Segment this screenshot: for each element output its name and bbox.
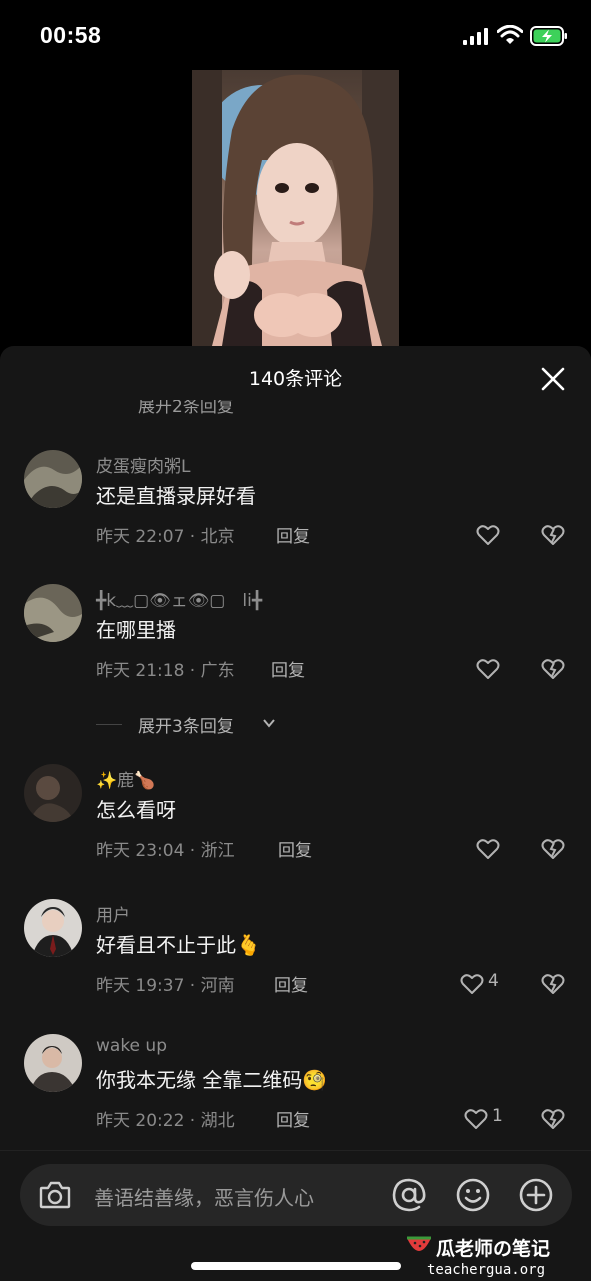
video-frame-image [192, 70, 399, 346]
reply-button[interactable]: 回复 [278, 836, 312, 861]
video-preview[interactable] [192, 70, 399, 346]
reply-button[interactable]: 回复 [274, 971, 308, 996]
plus-icon[interactable] [517, 1176, 555, 1214]
comment-username[interactable]: ╋k﹏▢👁ェ👁▢ li╋ [96, 586, 262, 611]
battery-charging-icon [530, 26, 567, 46]
comment-text: 在哪里播 [96, 618, 176, 642]
camera-icon[interactable] [38, 1178, 72, 1212]
avatar-image [24, 450, 82, 508]
reply-button[interactable]: 回复 [271, 656, 305, 681]
comment-username[interactable]: ✨鹿🍗 [96, 766, 155, 791]
comment-input-placeholder[interactable]: 善语结善缘，恶言伤人心 [94, 1182, 314, 1211]
comment-text: 好看且不止于此🫰 [96, 933, 261, 957]
comment-item: 用户 好看且不止于此🫰 昨天 19:37 · 河南 回复 4 [0, 899, 591, 1019]
comment-text: 你我本无缘 全靠二维码🧐 [96, 1068, 328, 1092]
status-bar: 00:58 [0, 0, 591, 70]
chevron-down-icon [263, 719, 275, 728]
dislike-icon[interactable] [540, 973, 566, 995]
avatar[interactable] [24, 1034, 82, 1092]
comment-meta: 昨天 22:07 · 北京 [96, 527, 235, 547]
dislike-icon[interactable] [540, 524, 566, 546]
comment-meta: 昨天 23:04 · 浙江 [96, 841, 235, 861]
home-indicator[interactable] [191, 1262, 401, 1270]
expand-divider [96, 724, 122, 725]
like-icon[interactable] [464, 1108, 488, 1130]
status-time: 00:58 [40, 22, 102, 48]
expand-replies-label: 展开3条回复 [138, 717, 234, 737]
comment-meta: 昨天 21:18 · 广东 [96, 661, 235, 681]
watermark-title: 瓜老师の笔记 [436, 1238, 551, 1260]
like-icon[interactable] [460, 973, 484, 995]
comment-username[interactable]: 用户 [96, 901, 130, 926]
avatar[interactable] [24, 584, 82, 642]
like-icon[interactable] [476, 524, 500, 546]
watermelon-icon [407, 1236, 431, 1251]
comment-input-bar[interactable]: 善语结善缘，恶言伤人心 [20, 1164, 572, 1226]
avatar-image [24, 584, 82, 642]
comment-item: 皮蛋瘦肉粥L 还是直播录屏好看 昨天 22:07 · 北京 回复 [0, 450, 591, 570]
comment-meta: 昨天 19:37 · 河南 [96, 976, 235, 996]
avatar-image [24, 1034, 82, 1092]
comment-item: ╋k﹏▢👁ェ👁▢ li╋ 在哪里播 昨天 21:18 · 广东 回复 [0, 584, 591, 704]
like-count: 1 [492, 1106, 503, 1126]
comment-username[interactable]: wake up [96, 1036, 167, 1056]
at-icon[interactable] [390, 1176, 428, 1214]
comment-count-title: 140条评论 [248, 368, 343, 390]
like-icon[interactable] [476, 838, 500, 860]
expand-replies-button[interactable]: 展开3条回复 [96, 712, 396, 737]
reply-button[interactable]: 回复 [276, 1106, 310, 1131]
comment-item: ✨鹿🍗 怎么看呀 昨天 23:04 · 浙江 回复 [0, 764, 591, 884]
comment-text: 还是直播录屏好看 [96, 484, 256, 508]
dislike-icon[interactable] [540, 658, 566, 680]
avatar[interactable] [24, 899, 82, 957]
comment-meta: 昨天 20:22 · 湖北 [96, 1111, 235, 1131]
avatar[interactable] [24, 450, 82, 508]
comment-text: 怎么看呀 [96, 798, 176, 822]
expand-replies-partial[interactable]: 展开2条回复 [138, 400, 298, 416]
signal-icon [463, 28, 488, 45]
like-count: 4 [488, 971, 499, 991]
dislike-icon[interactable] [540, 1108, 566, 1130]
like-icon[interactable] [476, 658, 500, 680]
avatar[interactable] [24, 764, 82, 822]
comment-item: wake up 你我本无缘 全靠二维码🧐 昨天 20:22 · 湖北 回复 1 [0, 1034, 591, 1154]
avatar-image [24, 899, 82, 957]
watermark-url: teachergua.org [427, 1262, 546, 1278]
avatar-image [24, 764, 82, 822]
dislike-icon[interactable] [540, 838, 566, 860]
close-icon[interactable] [540, 366, 566, 392]
emoji-icon[interactable] [454, 1176, 492, 1214]
comment-username[interactable]: 皮蛋瘦肉粥L [96, 452, 190, 477]
reply-button[interactable]: 回复 [276, 522, 310, 547]
wifi-icon [497, 25, 523, 44]
